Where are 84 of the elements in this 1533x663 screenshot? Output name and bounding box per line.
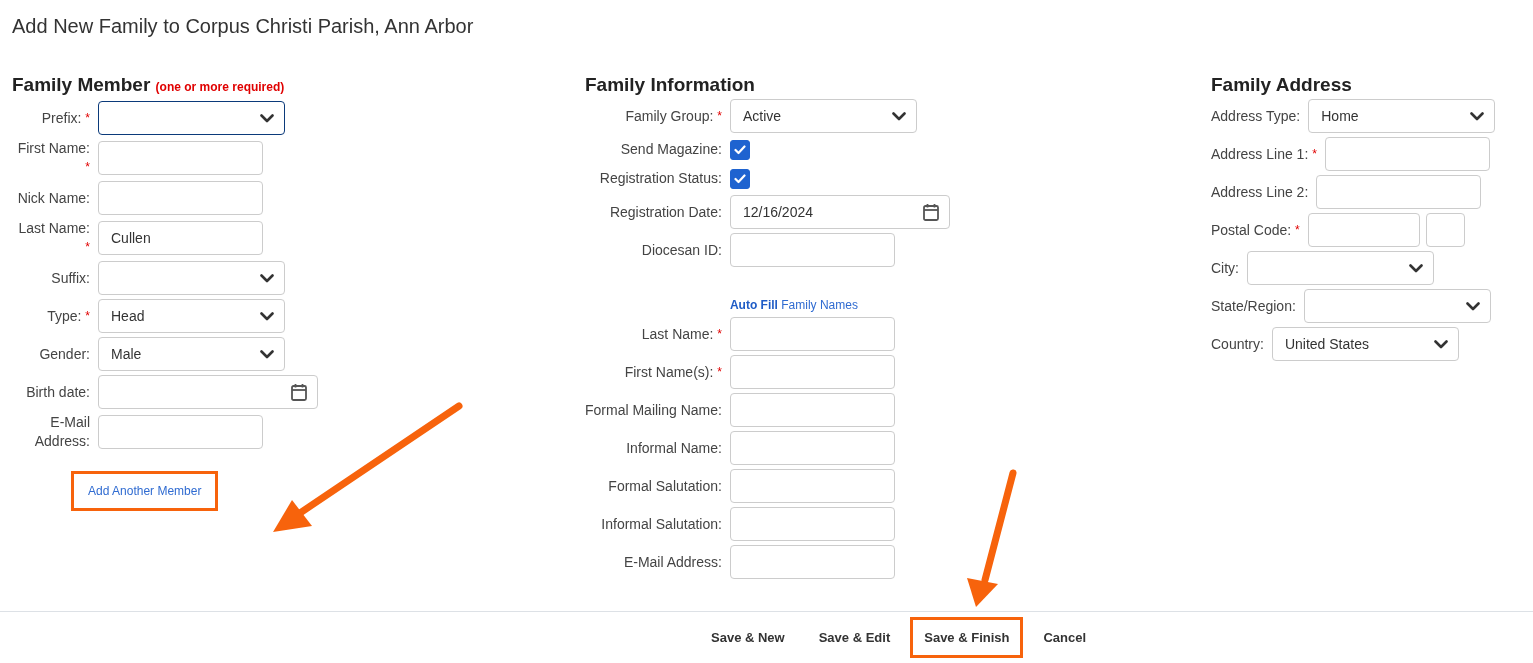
text-field[interactable] (98, 141, 263, 175)
text-field[interactable] (729, 469, 895, 503)
text-field[interactable] (729, 507, 895, 541)
field-label: E-Mail Address: (34, 414, 90, 449)
field-label: Prefix: (41, 109, 82, 126)
section-heading: Family Address (1211, 73, 1353, 97)
field-label: City: (1211, 259, 1239, 276)
date-field[interactable] (98, 375, 318, 409)
dropdown[interactable]: Male (98, 337, 285, 371)
dropdown[interactable]: Home (1308, 99, 1496, 133)
field-label: Suffix: (51, 269, 90, 286)
field-label: Diocesan ID: (641, 241, 722, 258)
chevron-down-icon (260, 273, 274, 283)
section-heading: Family Information (585, 73, 756, 97)
link[interactable]: Auto Fill Family Names (729, 298, 858, 312)
required-mark: * (717, 326, 722, 341)
calendar-icon (291, 383, 307, 401)
text-field[interactable]: Cullen (98, 221, 263, 255)
dropdown[interactable]: Head (98, 299, 285, 333)
text-field[interactable] (729, 545, 895, 579)
field-label: Country: (1211, 335, 1264, 352)
field-label: Gender: (39, 345, 90, 362)
checkbox[interactable] (729, 168, 750, 189)
field-label: E-Mail Address: (623, 553, 722, 570)
required-mark: * (85, 240, 90, 254)
required-note: (one or more required) (155, 80, 285, 94)
required-mark: * (85, 160, 90, 174)
dropdown[interactable]: United States (1271, 327, 1459, 361)
field-label: Address Line 1: (1211, 145, 1309, 162)
required-mark: * (85, 308, 90, 323)
field-label: Family Group: (625, 107, 714, 124)
field-label: Formal Mailing Name: (585, 401, 722, 418)
text-field[interactable] (729, 393, 895, 427)
text-field[interactable] (729, 355, 895, 389)
field-label: First Name: (17, 140, 90, 156)
text-field[interactable] (1324, 137, 1490, 171)
text-field[interactable] (729, 431, 895, 465)
checkmark-icon (733, 173, 746, 184)
field-label: Type: (47, 307, 82, 324)
checkmark-icon (733, 144, 746, 155)
chevron-down-icon (1465, 301, 1480, 311)
field-label: Last Name: (18, 220, 90, 236)
field-label: Informal Name: (626, 439, 722, 456)
field-label: Last Name: (641, 325, 714, 342)
field-label: Registration Status: (599, 170, 722, 186)
field-label: Informal Salutation: (601, 515, 722, 532)
field-label: Registration Date: (609, 203, 722, 220)
field-label: Address Line 2: (1211, 183, 1309, 200)
field-label: Address Type: (1211, 107, 1301, 124)
field-label: Send Magazine: (620, 141, 722, 157)
chevron-down-icon (891, 111, 906, 121)
required-mark: * (717, 108, 722, 123)
field-label: Postal Code: (1211, 221, 1292, 238)
required-mark: * (717, 364, 722, 379)
field-label: Formal Salutation: (608, 477, 722, 494)
required-mark: * (1312, 146, 1317, 161)
text-field[interactable] (1307, 213, 1420, 247)
field-label: First Name(s): (624, 363, 714, 380)
text-field[interactable] (98, 181, 263, 215)
checkbox[interactable] (729, 139, 750, 160)
chevron-down-icon (260, 349, 274, 359)
highlighted-link[interactable]: Add Another Member (71, 471, 219, 511)
chevron-down-icon (1470, 111, 1485, 121)
required-mark: * (1295, 222, 1300, 237)
highlighted-button[interactable]: Save & Finish (910, 617, 1024, 658)
text-field[interactable] (729, 233, 895, 267)
field-label: Birth date: (26, 383, 90, 400)
chevron-down-icon (260, 113, 274, 123)
section-heading: Family Member (12, 74, 151, 95)
field-label: State/Region: (1211, 297, 1296, 314)
text-field[interactable] (729, 317, 895, 351)
calendar-icon (922, 203, 939, 221)
date-field[interactable]: 12/16/2024 (729, 195, 950, 229)
text-field[interactable] (98, 415, 263, 449)
chevron-down-icon (1409, 263, 1423, 273)
text-field[interactable] (1425, 213, 1465, 247)
dropdown[interactable] (98, 101, 285, 135)
field-label: Nick Name: (17, 189, 90, 206)
page-title: Add New Family to Corpus Christi Parish, Ann Arbor (12, 14, 475, 39)
text-field[interactable] (1316, 175, 1482, 209)
required-mark: * (85, 110, 90, 125)
chevron-down-icon (260, 311, 274, 321)
chevron-down-icon (1433, 339, 1448, 349)
dropdown[interactable]: Active (729, 99, 917, 133)
